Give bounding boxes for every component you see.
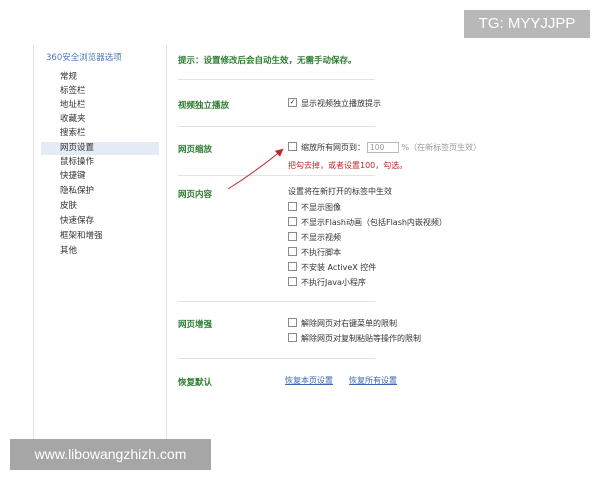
annotation-arrow <box>227 148 284 190</box>
site-watermark: www.libowangzhizh.com <box>10 439 211 470</box>
tg-badge: TG: MYYJJPP <box>464 10 590 38</box>
